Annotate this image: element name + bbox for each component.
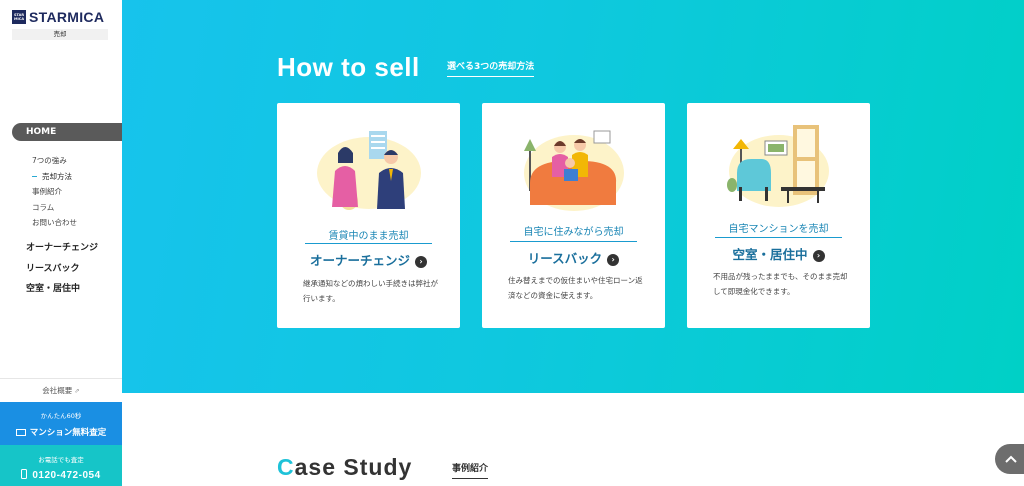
logo-mark-icon: STAR MICA <box>12 10 26 24</box>
chevron-right-icon: › <box>812 250 825 262</box>
phone-appraisal-caption: お電話でも査定 <box>38 456 84 464</box>
subnav-item-strengths[interactable]: 7つの強み <box>32 153 77 169</box>
card-owner-change[interactable]: 賃貸中のまま売却 オーナーチェンジ › 継承通知などの煩わしい手続きは弊社が行いま… <box>277 103 460 328</box>
case-study-title-rest: ase Study <box>294 454 413 480</box>
subnav-item-column[interactable]: コラム <box>32 200 77 216</box>
card-title-text: 空室・居住中 <box>732 247 808 262</box>
web-appraisal-label: マンション無料査定 <box>29 428 107 438</box>
nav-vacant-occupied[interactable]: 空室・居住中 <box>26 281 80 294</box>
card-leaseback[interactable]: 自宅に住みながら売却 リースバック › 住み替えまでの仮住まいや住宅ローン返済など… <box>482 103 665 328</box>
nav-home[interactable]: HOME <box>12 123 124 141</box>
section-subtitle: 選べる3つの売却方法 <box>447 59 535 77</box>
family-sofa-illustration <box>524 130 624 211</box>
chevron-right-icon: › <box>415 256 427 268</box>
phone-number: 0120-472-054 <box>32 470 101 481</box>
mail-icon <box>15 429 26 436</box>
phone-icon <box>21 469 28 479</box>
section-label: 売却 <box>12 29 108 40</box>
card-divider <box>510 241 637 242</box>
card-category: 自宅に住みながら売却 <box>523 227 624 238</box>
subnav-item-how-to-sell[interactable]: 売却方法 <box>32 169 77 185</box>
chevron-right-icon: › <box>607 254 620 266</box>
case-study-subtitle: 事例紹介 <box>452 461 489 479</box>
card-divider <box>715 237 842 238</box>
card-description: 継承通知などの煩わしい手続きは弊社が行います。 <box>303 279 438 303</box>
card-description: 住み替えまでの仮住まいや住宅ローン返済などの資金に使えます。 <box>508 276 643 300</box>
section-title: How to sell <box>277 52 420 82</box>
web-appraisal-caption: かんたん60秒 <box>40 412 82 420</box>
card-title[interactable]: オーナーチェンジ › <box>277 250 460 269</box>
chevron-up-icon <box>1005 455 1017 463</box>
card-vacant-occupied[interactable]: 自宅マンションを売却 空室・居住中 › 不用品が残ったままでも、そのまま売却して即… <box>687 103 870 328</box>
scroll-top-button[interactable] <box>995 444 1024 474</box>
brand-logo[interactable]: STAR MICA STARMICA <box>12 9 104 25</box>
subnav-item-cases[interactable]: 事例紹介 <box>32 184 77 200</box>
company-link[interactable]: 会社概要 ⇗ <box>0 378 122 402</box>
how-to-sell-section: How to sell 選べる3つの売却方法 賃貸中のまま売却 オーナーチェンジ… <box>122 0 1024 393</box>
external-link-icon: ⇗ <box>74 387 80 395</box>
card-title[interactable]: 空室・居住中 › <box>687 244 870 263</box>
card-category: 自宅マンションを売却 <box>728 224 829 235</box>
subnav-item-contact[interactable]: お問い合わせ <box>32 215 77 231</box>
nav-owner-change[interactable]: オーナーチェンジ <box>26 240 98 253</box>
sidebar: STAR MICA STARMICA 売却 HOME 7つの強み 売却方法 事例紹… <box>0 0 124 486</box>
case-study-title: Case Study <box>277 454 412 481</box>
web-appraisal-button[interactable]: かんたん60秒 マンション無料査定 <box>0 402 122 445</box>
phone-appraisal-button[interactable]: お電話でも査定 0120-472-054 <box>0 445 122 486</box>
business-meeting-illustration <box>317 131 421 210</box>
living-room-illustration <box>727 125 829 207</box>
card-title-text: オーナーチェンジ <box>309 253 410 268</box>
brand-name: STARMICA <box>29 9 105 25</box>
nav-leaseback[interactable]: リースバック <box>26 261 80 274</box>
subnav: 7つの強み 売却方法 事例紹介 コラム お問い合わせ <box>32 153 77 231</box>
card-category: 賃貸中のまま売却 <box>328 231 409 242</box>
card-description: 不用品が残ったままでも、そのまま売却して即現金化できます。 <box>713 272 848 296</box>
company-link-label: 会社概要 <box>42 386 73 395</box>
card-title-text: リースバック <box>527 251 603 266</box>
card-title[interactable]: リースバック › <box>482 248 665 267</box>
card-divider <box>305 243 432 244</box>
case-study-title-initial: C <box>277 454 295 480</box>
